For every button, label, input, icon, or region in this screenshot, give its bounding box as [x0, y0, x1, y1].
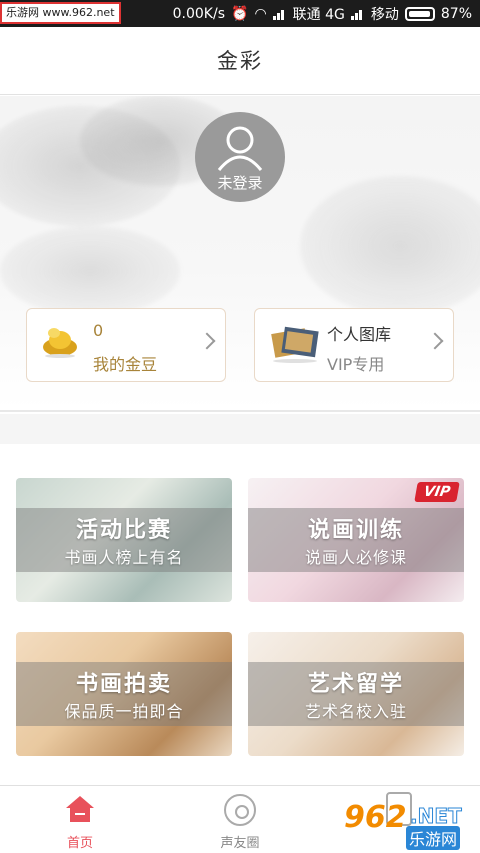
- tile-title: 说画训练: [307, 518, 404, 543]
- carrier-1: 联通 4G: [292, 6, 345, 23]
- personal-gallery-card[interactable]: 个人图库 VIP专用: [254, 308, 454, 382]
- tile-subtitle: 书画人榜上有名: [64, 548, 184, 567]
- page-title: 金彩: [217, 49, 263, 73]
- carrier-2: 移动: [370, 6, 399, 23]
- ink-painting-decoration: [0, 226, 180, 316]
- login-status-label: 未登录: [217, 174, 263, 192]
- home-icon: [66, 796, 94, 822]
- alarm-icon: ⏰: [231, 5, 249, 22]
- status-indicators: 0.00K/s ⏰ ◠ 联通 4G 移动 87%: [173, 0, 472, 27]
- tile-study-abroad[interactable]: 艺术留学 艺术名校入驻: [248, 632, 464, 756]
- gallery-subtitle: VIP专用: [327, 355, 385, 374]
- gold-beans-card[interactable]: 0 我的金豆: [26, 308, 226, 382]
- gold-ingot-icon: [43, 328, 77, 358]
- watermark-net: .NET: [410, 804, 463, 829]
- status-bar: 乐游网 www.962.net 0.00K/s ⏰ ◠ 联通 4G 移动 87%: [0, 0, 480, 27]
- watermark-label: 乐游网 www.962.net: [0, 2, 121, 24]
- tile-title: 书画拍卖: [75, 672, 172, 697]
- vip-badge: VIP: [414, 482, 460, 502]
- avatar-button[interactable]: 未登录: [195, 112, 285, 202]
- nav-home[interactable]: 首页: [0, 786, 160, 853]
- tile-speaking-training[interactable]: VIP 说画训练 说画人必修课: [248, 478, 464, 602]
- tile-subtitle: 保品质一拍即合: [64, 702, 184, 721]
- profile-banner: 未登录 0 我的金豆 个人图库 VIP专用: [0, 96, 480, 412]
- disc-icon: [224, 794, 256, 826]
- chevron-right-icon: [198, 332, 216, 350]
- section-divider: [0, 414, 480, 444]
- tile-subtitle: 艺术名校入驻: [304, 702, 407, 721]
- photo-album-icon: [271, 326, 319, 363]
- gallery-title: 个人图库: [327, 325, 392, 344]
- nav-circle-label: 声友圈: [220, 836, 260, 851]
- battery-icon: [404, 6, 435, 21]
- nav-circle[interactable]: 声友圈: [160, 786, 320, 853]
- tile-title: 活动比赛: [75, 518, 172, 543]
- ink-painting-decoration: [300, 176, 480, 316]
- gold-beans-value: 0: [93, 321, 104, 340]
- chevron-right-icon: [426, 332, 444, 350]
- nav-home-label: 首页: [66, 836, 93, 851]
- app-header: 金彩: [0, 27, 480, 95]
- tile-subtitle: 说画人必修课: [304, 548, 407, 567]
- tile-contest[interactable]: 活动比赛 书画人榜上有名: [16, 478, 232, 602]
- watermark-cn: 乐游网: [406, 826, 461, 850]
- watermark-number: 962: [344, 800, 407, 835]
- signal-icon-2: [350, 8, 365, 20]
- network-speed: 0.00K/s: [172, 5, 225, 22]
- tile-auction[interactable]: 书画拍卖 保品质一拍即合: [16, 632, 232, 756]
- gold-beans-label: 我的金豆: [93, 355, 158, 374]
- wifi-icon: ◠: [254, 5, 267, 22]
- battery-percent: 87%: [440, 5, 472, 22]
- tile-title: 艺术留学: [307, 672, 404, 697]
- user-icon: [217, 126, 263, 171]
- signal-icon: [272, 8, 287, 20]
- watermark-logo: 962 .NET 乐游网: [344, 800, 474, 850]
